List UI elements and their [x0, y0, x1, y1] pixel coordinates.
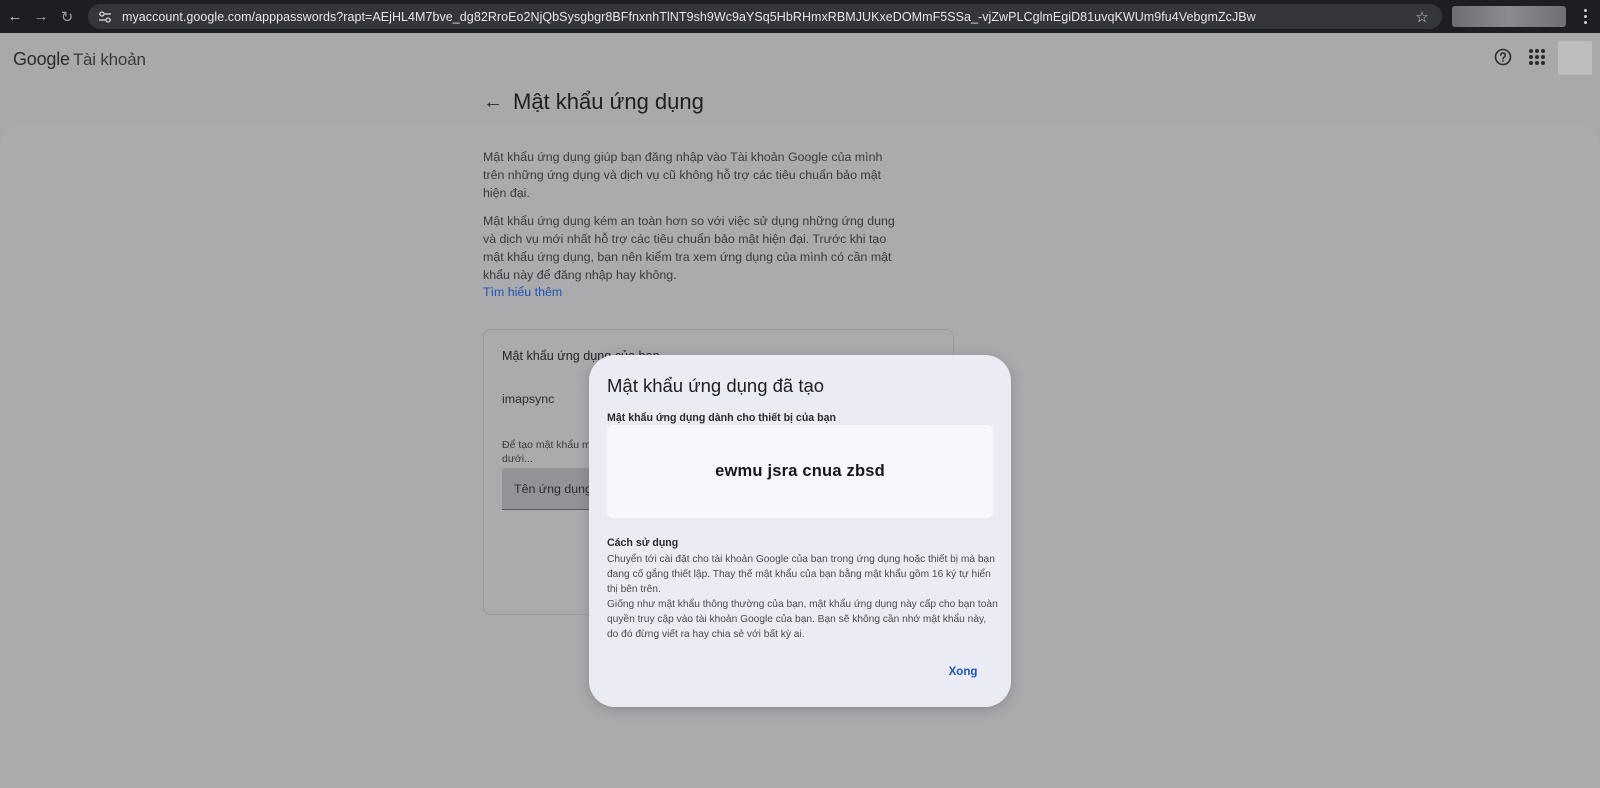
address-bar[interactable]: myaccount.google.com/apppasswords?rapt=A…	[88, 4, 1442, 29]
google-account-logo[interactable]: Google Tài khoản	[13, 49, 146, 70]
generated-password-dialog: Mật khẩu ứng dụng đã tạo Mật khẩu ứng dụ…	[589, 355, 1011, 707]
forward-nav-icon[interactable]: →	[28, 4, 54, 30]
warning-text: Mật khẩu ứng dụng kém an toàn hơn so với…	[483, 214, 895, 282]
app-password-item[interactable]: imapsync	[502, 392, 554, 406]
page-title: Mật khẩu ứng dụng	[513, 89, 704, 114]
usage-title: Cách sử dụng	[607, 537, 679, 549]
usage-paragraph-2: Giống như mật khẩu thông thường của bạn,…	[607, 599, 998, 640]
browser-menu-icon[interactable]	[1578, 6, 1592, 26]
password-label: Mật khẩu ứng dụng dành cho thiết bị của …	[607, 412, 836, 424]
browser-toolbar: ← → ↻ myaccount.google.com/apppasswords?…	[0, 0, 1600, 33]
done-button[interactable]: Xong	[933, 658, 993, 686]
account-header: Google Tài khoản	[0, 33, 1600, 83]
learn-more-link[interactable]: Tìm hiểu thêm	[483, 285, 562, 299]
app-name-label: Tên ứng dụng	[514, 482, 592, 496]
generated-password[interactable]: ewmu jsra cnua zbsd	[715, 462, 885, 481]
browser-profile-chip[interactable]	[1452, 6, 1566, 27]
app-name-input[interactable]: Tên ứng dụng	[502, 468, 592, 510]
back-nav-icon[interactable]: ←	[2, 4, 28, 30]
brand-sub: Tài khoản	[72, 50, 146, 69]
bookmark-star-icon[interactable]: ☆	[1412, 8, 1432, 26]
create-note: Để tạo mật khẩu m dưới...	[502, 439, 591, 465]
help-icon[interactable]	[1494, 48, 1512, 66]
password-box[interactable]: ewmu jsra cnua zbsd	[607, 425, 993, 518]
url-text[interactable]: myaccount.google.com/apppasswords?rapt=A…	[122, 10, 1412, 24]
site-settings-icon[interactable]	[98, 10, 112, 23]
avatar[interactable]	[1558, 41, 1592, 75]
intro-text: Mật khẩu ứng dụng giúp bạn đăng nhập vào…	[483, 150, 883, 200]
google-apps-icon[interactable]	[1529, 49, 1545, 65]
brand-name: Google	[13, 49, 70, 69]
usage-text: Chuyển tới cài đặt cho tài khoản Google …	[607, 552, 999, 642]
reload-icon[interactable]: ↻	[54, 4, 80, 30]
dialog-title: Mật khẩu ứng dụng đã tạo	[607, 375, 825, 396]
back-arrow-icon[interactable]: ←	[483, 92, 503, 112]
usage-paragraph-1: Chuyển tới cài đặt cho tài khoản Google …	[607, 554, 995, 595]
